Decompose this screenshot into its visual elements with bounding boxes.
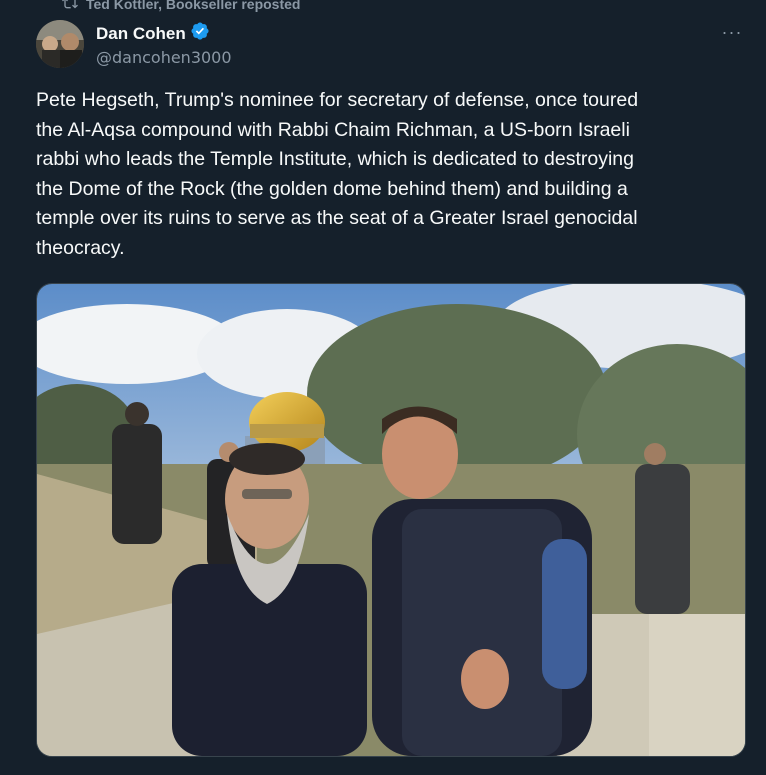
author-name-row[interactable]: Dan Cohen — [96, 21, 210, 46]
verified-badge-icon — [190, 21, 210, 46]
repost-label: Ted Kottler, Bookseller reposted — [86, 0, 301, 12]
repost-indicator[interactable]: Ted Kottler, Bookseller reposted — [62, 0, 300, 14]
author-display-name[interactable]: Dan Cohen — [96, 24, 186, 44]
avatar[interactable] — [36, 20, 84, 68]
author-handle[interactable]: @dancohen3000 — [96, 48, 232, 67]
more-options-button[interactable]: ··· — [716, 20, 748, 44]
repost-icon — [62, 0, 78, 14]
tweet-card[interactable]: Ted Kottler, Bookseller reposted Dan Coh… — [0, 0, 766, 775]
tweet-photo[interactable] — [36, 283, 746, 757]
tweet-text: Pete Hegseth, Trump's nominee for secret… — [36, 89, 639, 259]
